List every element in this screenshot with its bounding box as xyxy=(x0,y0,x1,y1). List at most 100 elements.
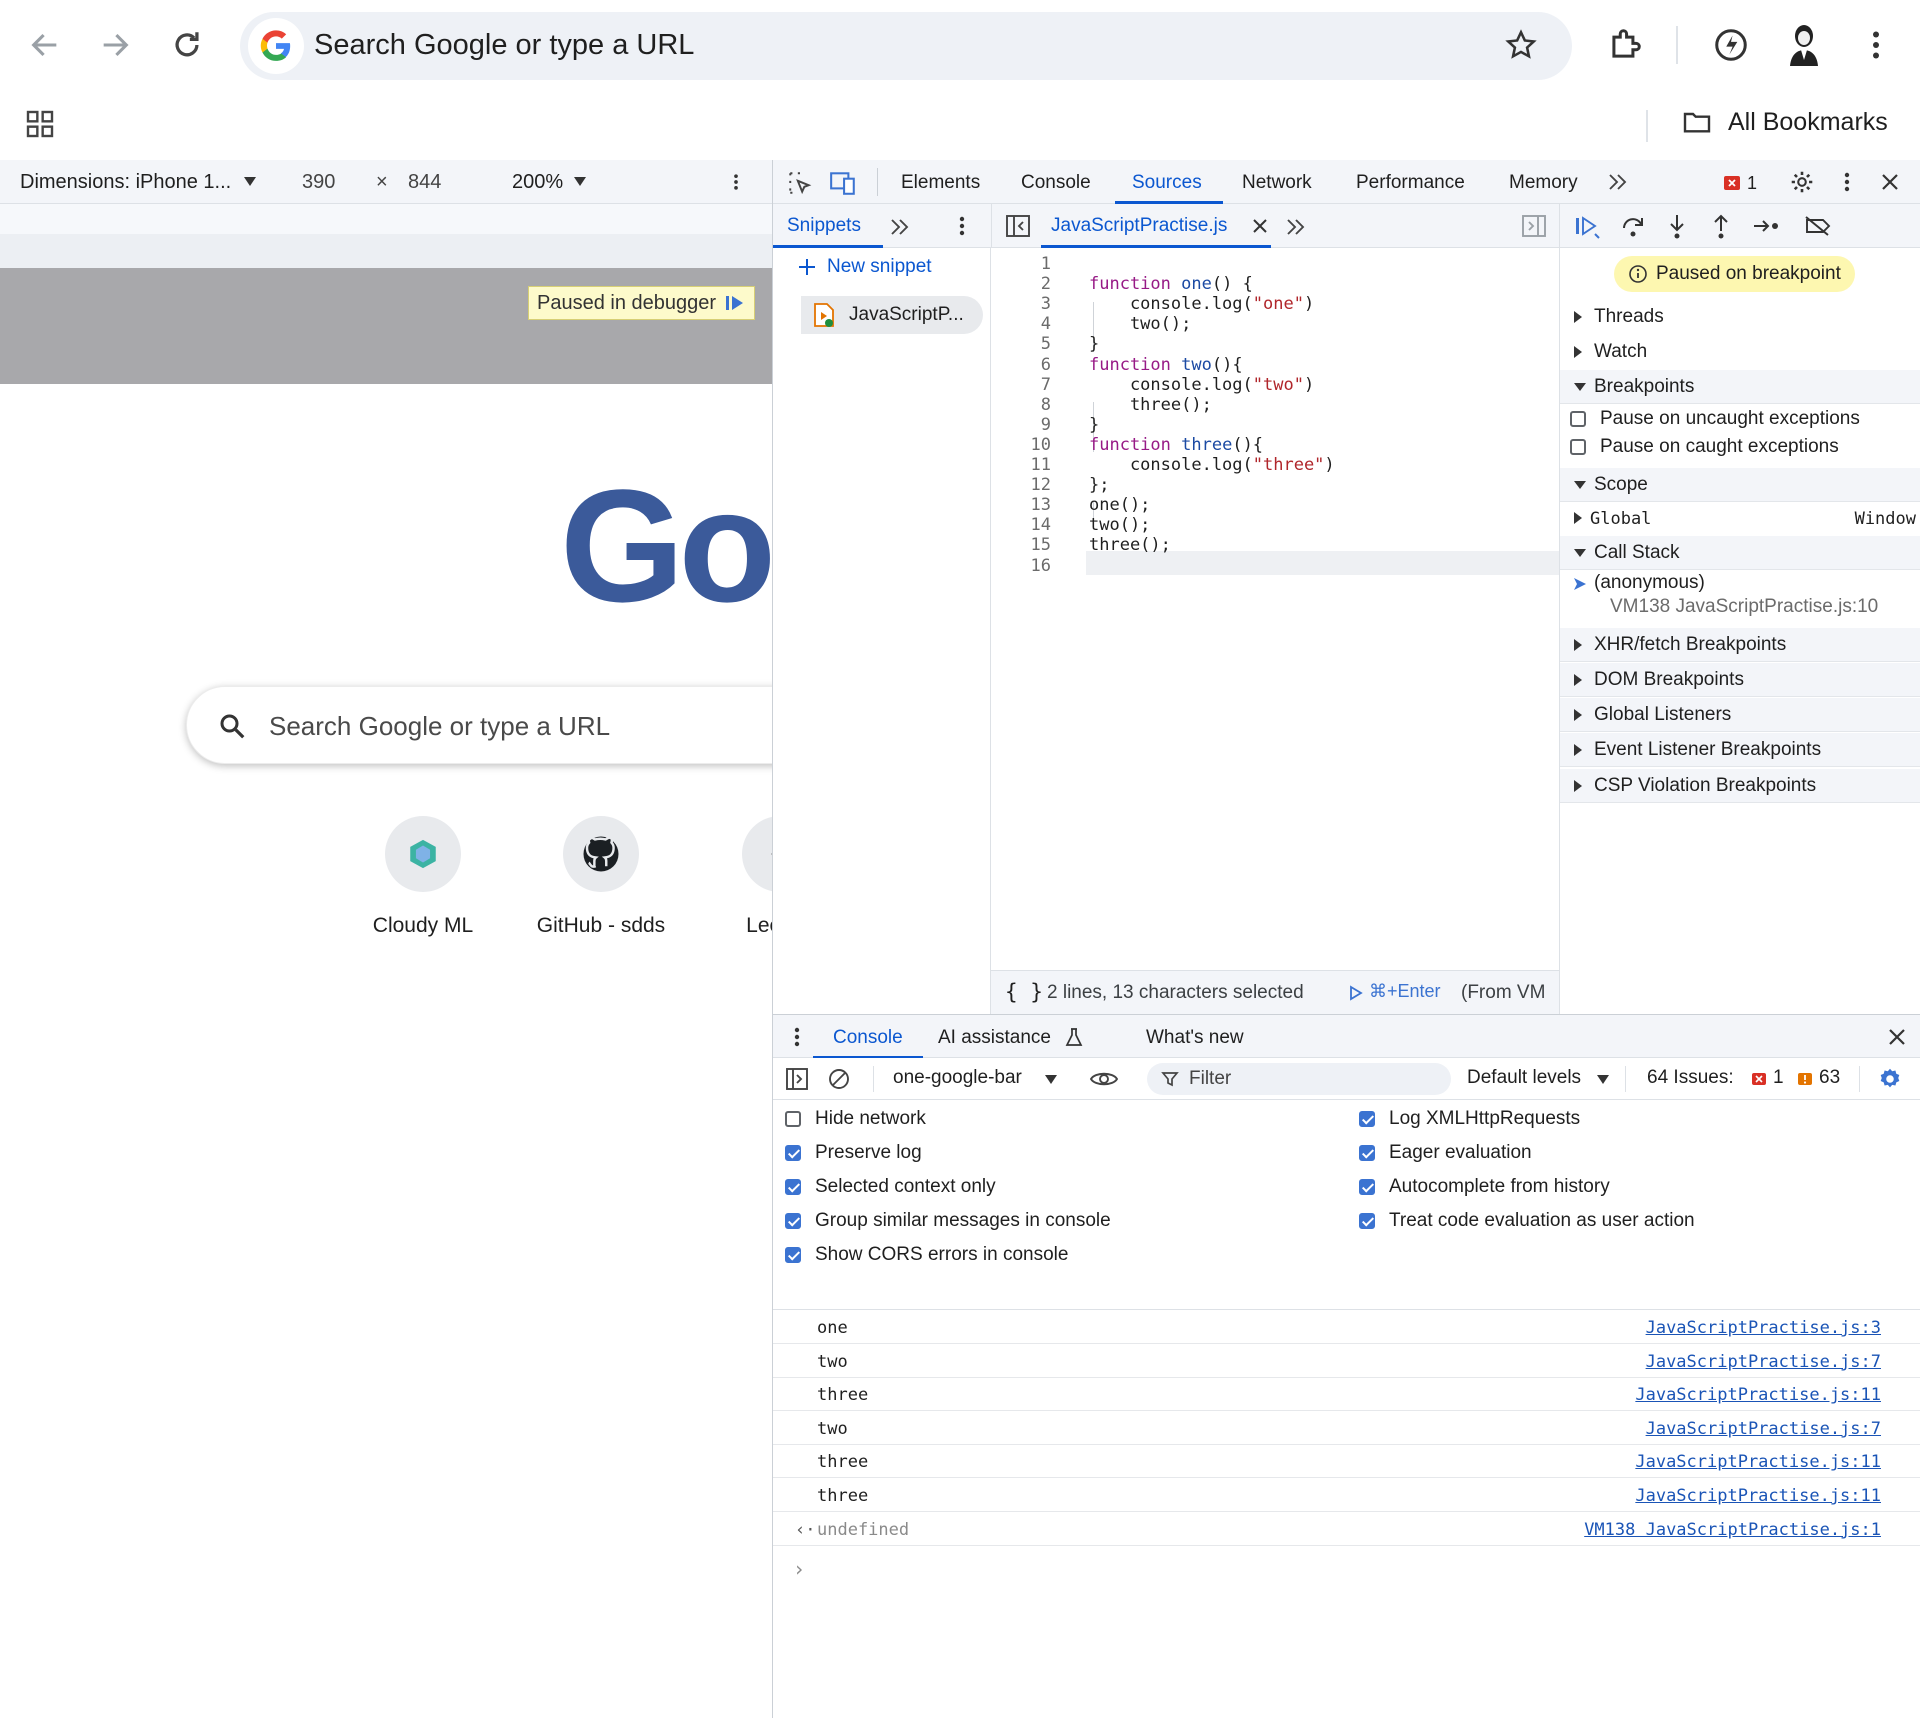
context-dropdown-icon[interactable] xyxy=(1045,1075,1057,1084)
pause-uncaught-checkbox[interactable] xyxy=(1570,411,1586,427)
reload-icon[interactable] xyxy=(170,28,204,62)
console-setting-option[interactable]: Hide network xyxy=(785,1108,926,1130)
inspect-element-icon[interactable] xyxy=(787,170,813,196)
dimensions-dropdown-icon[interactable] xyxy=(244,177,256,186)
code-editor[interactable]: 1 2 function one() {3 console.log("one") 4 … xyxy=(991,248,1565,970)
setting-checkbox[interactable] xyxy=(785,1179,801,1195)
back-icon[interactable] xyxy=(28,28,62,62)
tab-snippets[interactable]: Snippets xyxy=(787,215,861,237)
snippet-file-item[interactable]: JavaScriptP... xyxy=(801,296,983,334)
pause-uncaught-option[interactable]: Pause on uncaught exceptions xyxy=(1570,408,1860,430)
settings-gear-icon[interactable] xyxy=(1789,169,1815,195)
line-number[interactable]: 15 xyxy=(991,535,1051,555)
console-settings-icon[interactable] xyxy=(1877,1066,1903,1092)
tab-performance[interactable]: Performance xyxy=(1356,172,1465,194)
breakpoints-section[interactable]: Breakpoints xyxy=(1560,370,1920,404)
line-number[interactable]: 13 xyxy=(991,495,1051,515)
context-select[interactable]: one-google-bar xyxy=(893,1067,1022,1089)
line-number[interactable]: 2 xyxy=(991,274,1051,294)
console-filter-input[interactable]: Filter xyxy=(1147,1063,1451,1095)
live-expression-eye-icon[interactable] xyxy=(1089,1067,1119,1091)
from-vm-link[interactable]: (From VM xyxy=(1461,982,1557,1004)
drawer-tab-whats-new[interactable]: What's new xyxy=(1146,1027,1244,1049)
height-input[interactable]: 844 xyxy=(408,171,441,194)
line-number[interactable]: 7 xyxy=(991,375,1051,395)
open-file-tab[interactable]: JavaScriptPractise.js xyxy=(1051,215,1227,237)
performance-icon[interactable] xyxy=(1712,26,1750,64)
console-message-source-link[interactable]: JavaScriptPractise.js:11 xyxy=(1635,1385,1881,1405)
levels-dropdown-icon[interactable] xyxy=(1597,1075,1609,1084)
drawer-menu-icon[interactable] xyxy=(791,1025,803,1049)
setting-checkbox[interactable] xyxy=(785,1213,801,1229)
more-vert-icon[interactable] xyxy=(1858,26,1894,64)
tab-console[interactable]: Console xyxy=(1021,172,1091,194)
log-levels-select[interactable]: Default levels xyxy=(1467,1067,1581,1089)
pause-caught-option[interactable]: Pause on caught exceptions xyxy=(1570,436,1839,458)
tab-memory[interactable]: Memory xyxy=(1509,172,1578,194)
zoom-select[interactable]: 200% xyxy=(512,171,563,194)
avatar[interactable] xyxy=(1782,22,1826,66)
omnibox[interactable]: Search Google or type a URL xyxy=(240,12,1572,80)
navigator-more-tabs-icon[interactable] xyxy=(889,217,911,237)
clear-console-icon[interactable] xyxy=(827,1067,851,1091)
pause-caught-checkbox[interactable] xyxy=(1570,439,1586,455)
console-setting-option[interactable]: Selected context only xyxy=(785,1176,996,1198)
setting-checkbox[interactable] xyxy=(785,1247,801,1263)
line-number[interactable]: 8 xyxy=(991,395,1051,415)
line-number[interactable]: 16 xyxy=(991,556,1051,576)
global-scope-row[interactable]: Global Window xyxy=(1560,502,1920,534)
issues-error-count[interactable]: 1 xyxy=(1773,1067,1784,1089)
line-number[interactable]: 9 xyxy=(991,415,1051,435)
line-number[interactable]: 4 xyxy=(991,314,1051,334)
watch-section[interactable]: Watch xyxy=(1560,335,1920,369)
navigator-menu-icon[interactable] xyxy=(955,214,969,238)
threads-section[interactable]: Threads xyxy=(1560,300,1920,334)
error-badge-icon[interactable] xyxy=(1723,174,1741,192)
console-message-source-link[interactable]: JavaScriptPractise.js:3 xyxy=(1646,1318,1881,1338)
shortcut-tile[interactable]: LeetCo xyxy=(690,816,772,938)
console-setting-option[interactable]: Group similar messages in console xyxy=(785,1210,1111,1232)
call-frame[interactable]: (anonymous) VM138 JavaScriptPractise.js:… xyxy=(1560,572,1920,626)
more-tabs-icon[interactable] xyxy=(1607,172,1629,192)
console-message-source-link[interactable]: JavaScriptPractise.js:7 xyxy=(1646,1419,1881,1439)
scope-section[interactable]: Scope xyxy=(1560,468,1920,502)
xhr-breakpoints-section[interactable]: XHR/fetch Breakpoints xyxy=(1560,628,1920,662)
tab-elements[interactable]: Elements xyxy=(901,172,980,194)
step-into-icon[interactable] xyxy=(1665,212,1689,240)
toggle-navigator-icon[interactable] xyxy=(1005,214,1031,238)
global-listeners-section[interactable]: Global Listeners xyxy=(1560,698,1920,732)
extensions-icon[interactable] xyxy=(1606,26,1644,64)
drawer-tab-ai-assistance[interactable]: AI assistance xyxy=(938,1027,1051,1049)
google-search-box[interactable]: Search Google or type a URL xyxy=(186,686,772,764)
zoom-dropdown-icon[interactable] xyxy=(574,177,586,186)
error-count[interactable]: 1 xyxy=(1747,173,1757,194)
line-number[interactable]: 12 xyxy=(991,475,1051,495)
shortcut-tile[interactable]: Cloudy ML xyxy=(333,816,513,938)
star-icon[interactable] xyxy=(1504,28,1538,62)
step-over-icon[interactable] xyxy=(1619,214,1647,240)
console-setting-option[interactable]: Eager evaluation xyxy=(1359,1142,1532,1164)
line-number[interactable]: 11 xyxy=(991,455,1051,475)
issues-warning-count[interactable]: 63 xyxy=(1819,1067,1840,1089)
width-input[interactable]: 390 xyxy=(302,171,335,194)
line-number[interactable]: 5 xyxy=(991,334,1051,354)
line-number[interactable]: 6 xyxy=(991,355,1051,375)
issues-label[interactable]: 64 Issues: xyxy=(1647,1067,1734,1089)
tab-sources[interactable]: Sources xyxy=(1132,172,1202,194)
setting-checkbox[interactable] xyxy=(1359,1111,1375,1127)
console-message-source-link[interactable]: JavaScriptPractise.js:11 xyxy=(1635,1452,1881,1472)
dimensions-select[interactable]: Dimensions: iPhone 1... xyxy=(20,171,231,194)
console-sidebar-icon[interactable] xyxy=(785,1067,809,1091)
toggle-debugger-icon[interactable] xyxy=(1521,214,1547,238)
close-devtools-icon[interactable] xyxy=(1879,171,1901,193)
console-message-source-link[interactable]: JavaScriptPractise.js:7 xyxy=(1646,1352,1881,1372)
close-drawer-icon[interactable] xyxy=(1887,1027,1907,1047)
line-number[interactable]: 1 xyxy=(991,254,1051,274)
forward-icon[interactable] xyxy=(98,28,132,62)
setting-checkbox[interactable] xyxy=(1359,1145,1375,1161)
deactivate-breakpoints-icon[interactable] xyxy=(1803,214,1833,238)
devtools-more-icon[interactable] xyxy=(1839,170,1855,194)
tab-network[interactable]: Network xyxy=(1242,172,1312,194)
line-number[interactable]: 3 xyxy=(991,294,1051,314)
shortcut-tile[interactable]: GitHub - sdds xyxy=(511,816,691,938)
